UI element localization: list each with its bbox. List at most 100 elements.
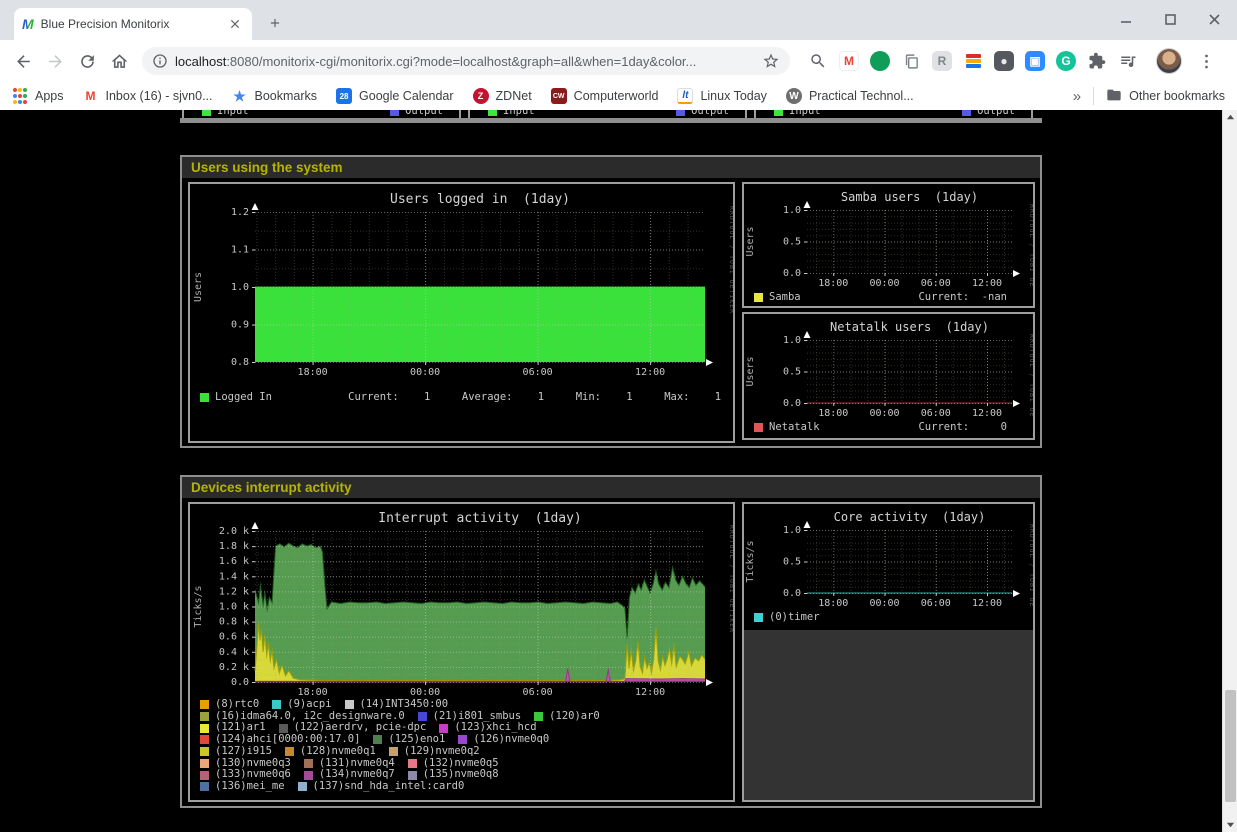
voice-icon[interactable] bbox=[870, 51, 890, 71]
bookmark-star-icon[interactable] bbox=[762, 52, 780, 70]
chart-core-activity[interactable] bbox=[744, 504, 1033, 607]
legend-item: (136)mei_me bbox=[200, 781, 285, 793]
bookmark-apps[interactable]: Apps bbox=[12, 88, 64, 104]
address-bar[interactable]: localhost:8080/monitorix-cgi/monitorix.c… bbox=[142, 47, 790, 75]
bookmark-computerworld-label: Computerworld bbox=[574, 89, 659, 103]
reload-button[interactable] bbox=[74, 48, 100, 74]
grammarly-icon[interactable]: G bbox=[1056, 51, 1076, 71]
browser-tab[interactable]: M Blue Precision Monitorix bbox=[14, 8, 252, 40]
bookmark-zdnet-label: ZDNet bbox=[496, 89, 532, 103]
wordpress-favicon: W bbox=[786, 88, 802, 104]
legend-item: Netatalk bbox=[754, 422, 820, 434]
legend-label: (136)mei_me bbox=[215, 781, 285, 793]
legend-swatch bbox=[200, 700, 209, 709]
legend-users-logged-in: Logged In Current: 1 Average: 1 Min: 1 M… bbox=[200, 392, 727, 404]
bookmark-computerworld[interactable]: CWComputerworld bbox=[551, 88, 659, 104]
copy-pages-icon[interactable] bbox=[901, 51, 921, 71]
input-label: Input bbox=[789, 110, 821, 118]
output-label: Output bbox=[405, 110, 443, 118]
legend-item: Logged In bbox=[200, 392, 272, 404]
bookmarks-separator bbox=[1093, 87, 1094, 105]
r-icon[interactable]: R bbox=[932, 51, 952, 71]
network-panel-2: InputOutput bbox=[468, 110, 747, 118]
window-controls bbox=[1117, 4, 1223, 34]
legend-swatch bbox=[439, 724, 448, 733]
chart-samba-users[interactable] bbox=[744, 184, 1033, 287]
playlist-icon[interactable] bbox=[1118, 51, 1138, 71]
extensions-puzzle-icon[interactable] bbox=[1087, 51, 1107, 71]
close-button[interactable] bbox=[1205, 10, 1223, 28]
home-button[interactable] bbox=[106, 48, 132, 74]
section-interrupts: Devices interrupt activity (8)rtc0(9)acp… bbox=[180, 475, 1042, 808]
legend-label: (128)nvme0q1 bbox=[300, 746, 376, 758]
bookmarks-overflow-icon[interactable]: » bbox=[1073, 88, 1081, 105]
bookmark-google-calendar[interactable]: 28Google Calendar bbox=[336, 88, 454, 104]
calendar-favicon: 28 bbox=[336, 88, 352, 104]
chart-users-logged-in[interactable] bbox=[190, 184, 733, 384]
panel-samba-users: SambaCurrent: -nan bbox=[742, 182, 1035, 308]
bookmark-inbox-label: Inbox (16) - sjvn0... bbox=[106, 89, 213, 103]
legend-swatch bbox=[534, 712, 543, 721]
legend-swatch bbox=[304, 771, 313, 780]
page-scrollbar[interactable] bbox=[1222, 110, 1237, 832]
other-bookmarks[interactable]: Other bookmarks bbox=[1106, 87, 1225, 106]
legend-swatch bbox=[754, 423, 763, 432]
url-path: :8080/monitorix-cgi/monitorix.cgi?mode=l… bbox=[226, 54, 696, 69]
monitorix-favicon: M bbox=[22, 16, 34, 32]
legend-swatch bbox=[389, 747, 398, 756]
profile-avatar[interactable] bbox=[1156, 48, 1182, 74]
bookmarks-bar: Apps MInbox (16) - sjvn0... ★Bookmarks 28Go… bbox=[0, 82, 1237, 110]
maximize-button[interactable] bbox=[1161, 10, 1179, 28]
chart-netatalk-users[interactable] bbox=[744, 314, 1033, 417]
zdnet-favicon: Z bbox=[473, 88, 489, 104]
legend-netatalk-users: NetatalkCurrent: 0 bbox=[754, 422, 1033, 434]
output-swatch bbox=[676, 110, 685, 116]
input-swatch bbox=[774, 110, 783, 116]
section-users: Users using the system Logged In Current… bbox=[180, 155, 1042, 448]
page-info-icon[interactable] bbox=[152, 53, 168, 69]
minimize-button[interactable] bbox=[1117, 10, 1135, 28]
legend-swatch bbox=[272, 700, 281, 709]
bookmark-inbox[interactable]: MInbox (16) - sjvn0... bbox=[83, 88, 213, 104]
menu-kebab-icon[interactable] bbox=[1193, 48, 1219, 74]
search-icon[interactable] bbox=[808, 51, 828, 71]
legend-swatch bbox=[200, 724, 209, 733]
lt-favicon: lt bbox=[677, 88, 693, 104]
bookmark-practical-technology[interactable]: WPractical Technol... bbox=[786, 88, 914, 104]
legend-label: Logged In bbox=[215, 392, 272, 404]
bookmark-apps-label: Apps bbox=[35, 89, 64, 103]
books-icon[interactable] bbox=[963, 51, 983, 71]
password-manager-icon[interactable]: ● bbox=[994, 51, 1014, 71]
new-tab-button[interactable] bbox=[266, 14, 284, 32]
legend-label: (9)acpi bbox=[287, 699, 331, 711]
output-swatch bbox=[962, 110, 971, 116]
legend-swatch bbox=[408, 759, 417, 768]
legend-swatch bbox=[200, 759, 209, 768]
bookmark-zdnet[interactable]: Z ZDNet bbox=[473, 88, 532, 104]
zoom-camera-icon[interactable]: ▣ bbox=[1025, 51, 1045, 71]
legend-label: (137)snd_hda_intel:card0 bbox=[313, 781, 465, 793]
forward-button[interactable] bbox=[42, 48, 68, 74]
back-button[interactable] bbox=[10, 48, 36, 74]
tab-close-icon[interactable] bbox=[226, 15, 244, 33]
output-swatch bbox=[390, 110, 399, 116]
scroll-down-arrow[interactable] bbox=[1223, 817, 1237, 832]
section-users-title: Users using the system bbox=[182, 157, 1040, 178]
chart-interrupt-activity[interactable] bbox=[190, 504, 733, 704]
gmail-icon[interactable]: M bbox=[839, 51, 859, 71]
bookmark-bookmarks[interactable]: ★Bookmarks bbox=[232, 88, 318, 104]
tab-strip: M Blue Precision Monitorix bbox=[0, 0, 1237, 40]
legend-swatch bbox=[200, 393, 209, 402]
bookmark-linux-today[interactable]: lt Linux Today bbox=[677, 88, 767, 104]
network-section-partial: InputOutputInputOutputInputOutput bbox=[180, 110, 1042, 123]
legend-item: (120)ar0 bbox=[534, 711, 600, 723]
legend-swatch bbox=[298, 782, 307, 791]
legend-item: (9)acpi bbox=[272, 699, 331, 711]
bookmark-linux-today-label: Linux Today bbox=[700, 89, 767, 103]
tab-title: Blue Precision Monitorix bbox=[41, 17, 219, 31]
section-interrupts-title: Devices interrupt activity bbox=[182, 477, 1040, 498]
scrollbar-thumb[interactable] bbox=[1225, 690, 1236, 802]
legend-samba-users: SambaCurrent: -nan bbox=[754, 292, 1033, 304]
scroll-up-arrow[interactable] bbox=[1223, 110, 1237, 125]
input-swatch bbox=[488, 110, 497, 116]
